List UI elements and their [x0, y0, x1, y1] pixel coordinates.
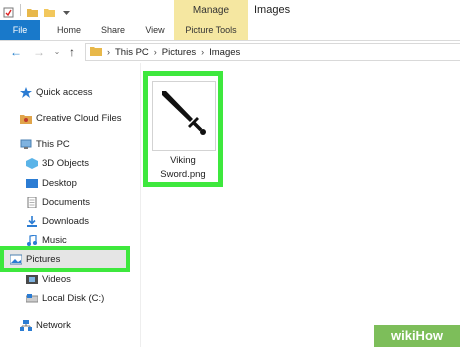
- sidebar-item-music[interactable]: Music: [26, 231, 67, 249]
- back-arrow-icon[interactable]: ←: [8, 43, 24, 61]
- chevron-right-icon[interactable]: ›: [201, 47, 204, 57]
- sidebar-item-label: Pictures: [26, 253, 61, 265]
- sidebar-item-documents[interactable]: Documents: [26, 193, 90, 211]
- file-thumbnail: [152, 81, 216, 151]
- tab-share[interactable]: Share: [96, 20, 130, 40]
- network-icon: [20, 319, 32, 331]
- sidebar-item-label: Local Disk (C:): [42, 292, 105, 304]
- folder-icon[interactable]: [27, 5, 38, 17]
- sidebar-item-label: Network: [36, 319, 71, 331]
- sidebar-item-label: Downloads: [42, 215, 89, 227]
- breadcrumb-images[interactable]: Images: [209, 47, 240, 58]
- sidebar-item-label: Desktop: [42, 177, 77, 189]
- star-icon: [20, 86, 32, 98]
- computer-icon: [20, 139, 32, 150]
- cloud-folder-icon: [20, 113, 32, 124]
- navigation-pane: Quick access Creative Cloud Files This P…: [0, 63, 141, 347]
- file-name-line: Viking: [170, 155, 196, 166]
- file-list: Viking Sword.png: [141, 63, 460, 347]
- sidebar-item-this-pc[interactable]: This PC: [20, 135, 70, 153]
- sidebar-item-label: Creative Cloud Files: [36, 112, 122, 124]
- wikihow-watermark: wikiHow: [374, 325, 460, 347]
- folder-icon[interactable]: [44, 5, 55, 17]
- title-bar: Manage Images: [0, 0, 460, 21]
- breadcrumb-this-pc[interactable]: This PC: [115, 47, 149, 58]
- up-arrow-icon[interactable]: ↑: [64, 43, 80, 61]
- desktop-icon: [26, 178, 38, 189]
- sidebar-item-downloads[interactable]: Downloads: [26, 212, 89, 230]
- chevron-right-icon[interactable]: ›: [154, 47, 157, 57]
- tab-view[interactable]: View: [138, 20, 172, 40]
- tab-picture-tools[interactable]: Picture Tools: [174, 20, 248, 40]
- music-note-icon: [26, 233, 38, 246]
- sidebar-item-label: 3D Objects: [42, 157, 89, 169]
- recent-locations-icon[interactable]: ⌄: [49, 43, 65, 61]
- pictures-icon: [9, 254, 23, 265]
- sidebar-item-label: Music: [42, 234, 67, 246]
- toolbar-divider: [20, 4, 21, 16]
- sidebar-item-creative-cloud[interactable]: Creative Cloud Files: [20, 109, 122, 127]
- chevron-right-icon[interactable]: ›: [107, 47, 110, 57]
- sidebar-item-label: Videos: [42, 273, 71, 285]
- quick-access-toolbar: [0, 0, 72, 20]
- sidebar-item-3d-objects[interactable]: 3D Objects: [26, 154, 89, 172]
- film-icon: [26, 274, 38, 285]
- tab-file[interactable]: File: [0, 20, 40, 40]
- sidebar-item-label: This PC: [36, 138, 70, 150]
- sidebar-item-pictures[interactable]: Pictures: [0, 246, 130, 272]
- window-title: Images: [254, 4, 291, 16]
- customize-toolbar-icon[interactable]: [61, 5, 72, 16]
- breadcrumb-pictures[interactable]: Pictures: [162, 47, 196, 58]
- address-bar[interactable]: › This PC › Pictures › Images: [85, 43, 460, 61]
- tab-manage[interactable]: Manage: [174, 0, 248, 20]
- document-icon: [26, 196, 38, 208]
- forward-arrow-icon[interactable]: →: [31, 43, 47, 61]
- address-row: ← → ⌄ ↑ › This PC › Pictures › Images: [0, 41, 460, 63]
- folder-icon: [90, 46, 102, 59]
- sidebar-item-label: Documents: [42, 196, 91, 208]
- sidebar-item-network[interactable]: Network: [20, 316, 71, 334]
- sidebar-item-local-disk[interactable]: Local Disk (C:): [25, 289, 105, 307]
- download-icon: [26, 215, 38, 227]
- file-item[interactable]: Viking Sword.png: [143, 71, 223, 187]
- sidebar-item-label: Quick access: [36, 86, 93, 98]
- sidebar-item-videos[interactable]: Videos: [26, 270, 71, 288]
- sidebar-item-desktop[interactable]: Desktop: [26, 174, 77, 192]
- sword-icon: [162, 91, 206, 135]
- file-name-line: Sword.png: [160, 169, 206, 180]
- ribbon-tabs: File Home Share View Picture Tools: [0, 20, 460, 41]
- drive-icon: [25, 293, 39, 304]
- tab-home[interactable]: Home: [52, 20, 86, 40]
- file-name: Viking Sword.png: [148, 154, 218, 182]
- properties-icon[interactable]: [3, 5, 14, 17]
- cube-icon: [26, 157, 38, 169]
- sidebar-item-quick-access[interactable]: Quick access: [20, 83, 93, 101]
